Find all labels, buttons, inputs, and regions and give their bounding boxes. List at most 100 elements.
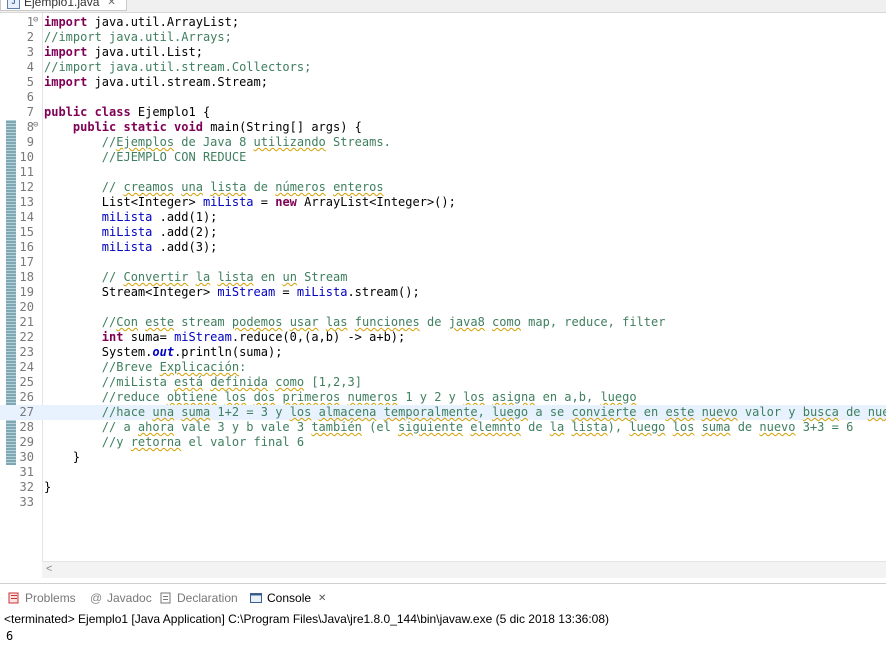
code-line[interactable]: 32} — [0, 480, 886, 495]
code-text: List<Integer> miLista = new ArrayList<In… — [44, 195, 456, 209]
line-number: 32 — [19, 480, 34, 494]
line-number: 29 — [19, 435, 34, 449]
line-number: 11 — [19, 165, 34, 179]
code-line[interactable]: 19 Stream<Integer> miStream = miLista.st… — [0, 285, 886, 300]
code-line[interactable]: 28 // a ahora vale 3 y b vale 3 también … — [0, 420, 886, 435]
line-number: 17 — [19, 255, 34, 269]
code-line[interactable]: 17 — [0, 255, 886, 270]
code-line[interactable]: 21 //Con este stream podemos usar las fu… — [0, 315, 886, 330]
line-number: 5 — [26, 75, 34, 89]
code-line[interactable]: 29 //y retorna el valor final 6 — [0, 435, 886, 450]
code-line[interactable]: 11 — [0, 165, 886, 180]
line-number: 10 — [19, 150, 34, 164]
code-line[interactable]: 33 — [0, 495, 886, 510]
line-number: 2 — [26, 30, 34, 44]
code-editor[interactable]: 1 ⊖ import java.util.ArrayList; 2//import j… — [0, 13, 886, 561]
line-number: 1 — [26, 15, 34, 29]
tab-console-label: Console — [267, 591, 312, 605]
code-text: System.out.println(suma); — [44, 345, 283, 359]
code-line[interactable]: 2 //import java.util.Arrays; — [0, 30, 886, 45]
line-number: 28 — [19, 420, 34, 434]
code-line[interactable]: 10 //EJEMPLO CON REDUCE — [0, 150, 886, 165]
code-line[interactable]: 9 //Ejemplos de Java 8 utilizando Stream… — [0, 135, 886, 150]
code-line[interactable]: 26 //reduce obtiene los dos primeros num… — [0, 390, 886, 405]
close-icon[interactable]: ✕ — [107, 0, 115, 8]
console-status-line: <terminated> Ejemplo1 [Java Application]… — [0, 610, 886, 628]
code-text: } — [44, 450, 81, 464]
code-line[interactable]: 8 ⊖ public static void main(String[] args… — [0, 120, 886, 135]
line-number: 21 — [19, 315, 34, 329]
bottom-panel-tabs: Problems @ Javadoc Declaration Console ✕ — [0, 583, 886, 610]
code-text: //Con este stream podemos usar las funci… — [44, 315, 666, 329]
fold-toggle-icon[interactable]: ⊖ — [33, 16, 41, 25]
code-text: import java.util.stream.Stream; — [44, 75, 268, 89]
line-number: 3 — [26, 45, 34, 59]
code-text: miLista .add(1); — [101, 210, 218, 224]
line-number: 33 — [19, 495, 34, 509]
code-text: //Breve Explicación: — [44, 360, 247, 374]
code-text: int suma= miStream.reduce(0,(a,b) -> a+b… — [101, 330, 406, 344]
code-line[interactable]: 12 // creamos una lista de números enter… — [0, 180, 886, 195]
code-text: // creamos una lista de números enteros — [44, 180, 384, 194]
code-line[interactable]: 3 import java.util.List; — [0, 45, 886, 60]
code-line[interactable]: 31 — [0, 465, 886, 480]
code-text: Stream<Integer> miStream = miLista.strea… — [44, 285, 420, 299]
javadoc-icon: @ — [90, 591, 103, 605]
line-number: 24 — [19, 360, 34, 374]
code-line[interactable]: 27 //hace una suma 1+2 = 3 y los almacen… — [0, 405, 886, 420]
line-number: 22 — [19, 330, 34, 344]
line-number: 12 — [19, 180, 34, 194]
code-line[interactable]: 15 miLista .add(2); — [0, 225, 886, 240]
code-line[interactable]: 5 import java.util.stream.Stream; — [0, 75, 886, 90]
fold-toggle-icon[interactable]: ⊖ — [33, 121, 41, 130]
code-line[interactable]: 24 //Breve Explicación: — [0, 360, 886, 375]
line-number: 19 — [19, 285, 34, 299]
tab-declaration[interactable]: Declaration — [160, 588, 238, 608]
tab-problems[interactable]: Problems — [8, 588, 76, 608]
code-line[interactable]: 1 ⊖ import java.util.ArrayList; — [0, 15, 886, 30]
line-number: 6 — [26, 90, 34, 104]
code-text: miLista .add(3); — [101, 240, 218, 254]
line-number: 20 — [19, 300, 34, 314]
horizontal-scrollbar[interactable]: < — [42, 561, 886, 578]
tab-javadoc-label: Javadoc — [107, 591, 152, 605]
code-line[interactable]: 22 int suma= miStream.reduce(0,(a,b) -> … — [0, 330, 886, 345]
scroll-left-icon[interactable]: < — [46, 563, 52, 575]
editor-tab-bar: J Ejemplo1.java ✕ — [0, 0, 886, 13]
code-text: //hace una suma 1+2 = 3 y los almacena t… — [44, 405, 886, 419]
code-text: miLista .add(2); — [101, 225, 218, 239]
code-line[interactable]: 7 public class Ejemplo1 { — [0, 105, 886, 120]
code-text: //y retorna el valor final 6 — [44, 435, 305, 449]
code-line[interactable]: 6 — [0, 90, 886, 105]
code-line[interactable]: 13 List<Integer> miLista = new ArrayList… — [0, 195, 886, 210]
code-line[interactable]: 18 // Convertir la lista en un Stream — [0, 270, 886, 285]
code-line[interactable]: 30 } — [0, 450, 886, 465]
line-number: 23 — [19, 345, 34, 359]
line-number: 9 — [26, 135, 34, 149]
close-icon[interactable]: ✕ — [318, 593, 326, 604]
declaration-icon — [160, 592, 172, 604]
line-number: 27 — [19, 405, 34, 419]
tab-javadoc[interactable]: @ Javadoc — [90, 588, 152, 608]
code-line[interactable]: 23 System.out.println(suma); — [0, 345, 886, 360]
console-output: 6 — [6, 629, 14, 643]
code-text: //miLista está definida como [1,2,3] — [44, 375, 362, 389]
line-number: 25 — [19, 375, 34, 389]
line-number: 13 — [19, 195, 34, 209]
code-line[interactable]: 16 miLista .add(3); — [0, 240, 886, 255]
line-number: 26 — [19, 390, 34, 404]
code-text: // a ahora vale 3 y b vale 3 también (el… — [44, 420, 854, 434]
editor-tab-ejemplo1[interactable]: J Ejemplo1.java ✕ — [0, 0, 127, 11]
code-line[interactable]: 14 miLista .add(1); — [0, 210, 886, 225]
code-text: // Convertir la lista en un Stream — [44, 270, 348, 284]
line-number: 31 — [19, 465, 34, 479]
line-number: 15 — [19, 225, 34, 239]
code-line[interactable]: 20 — [0, 300, 886, 315]
line-number: 7 — [26, 105, 34, 119]
line-number: 8 — [26, 120, 34, 134]
code-text: import java.util.List; — [44, 45, 203, 59]
tab-console[interactable]: Console ✕ — [250, 588, 326, 608]
code-line[interactable]: 4 //import java.util.stream.Collectors; — [0, 60, 886, 75]
code-line[interactable]: 25 //miLista está definida como [1,2,3] — [0, 375, 886, 390]
code-text: public static void main(String[] args) { — [72, 120, 362, 134]
